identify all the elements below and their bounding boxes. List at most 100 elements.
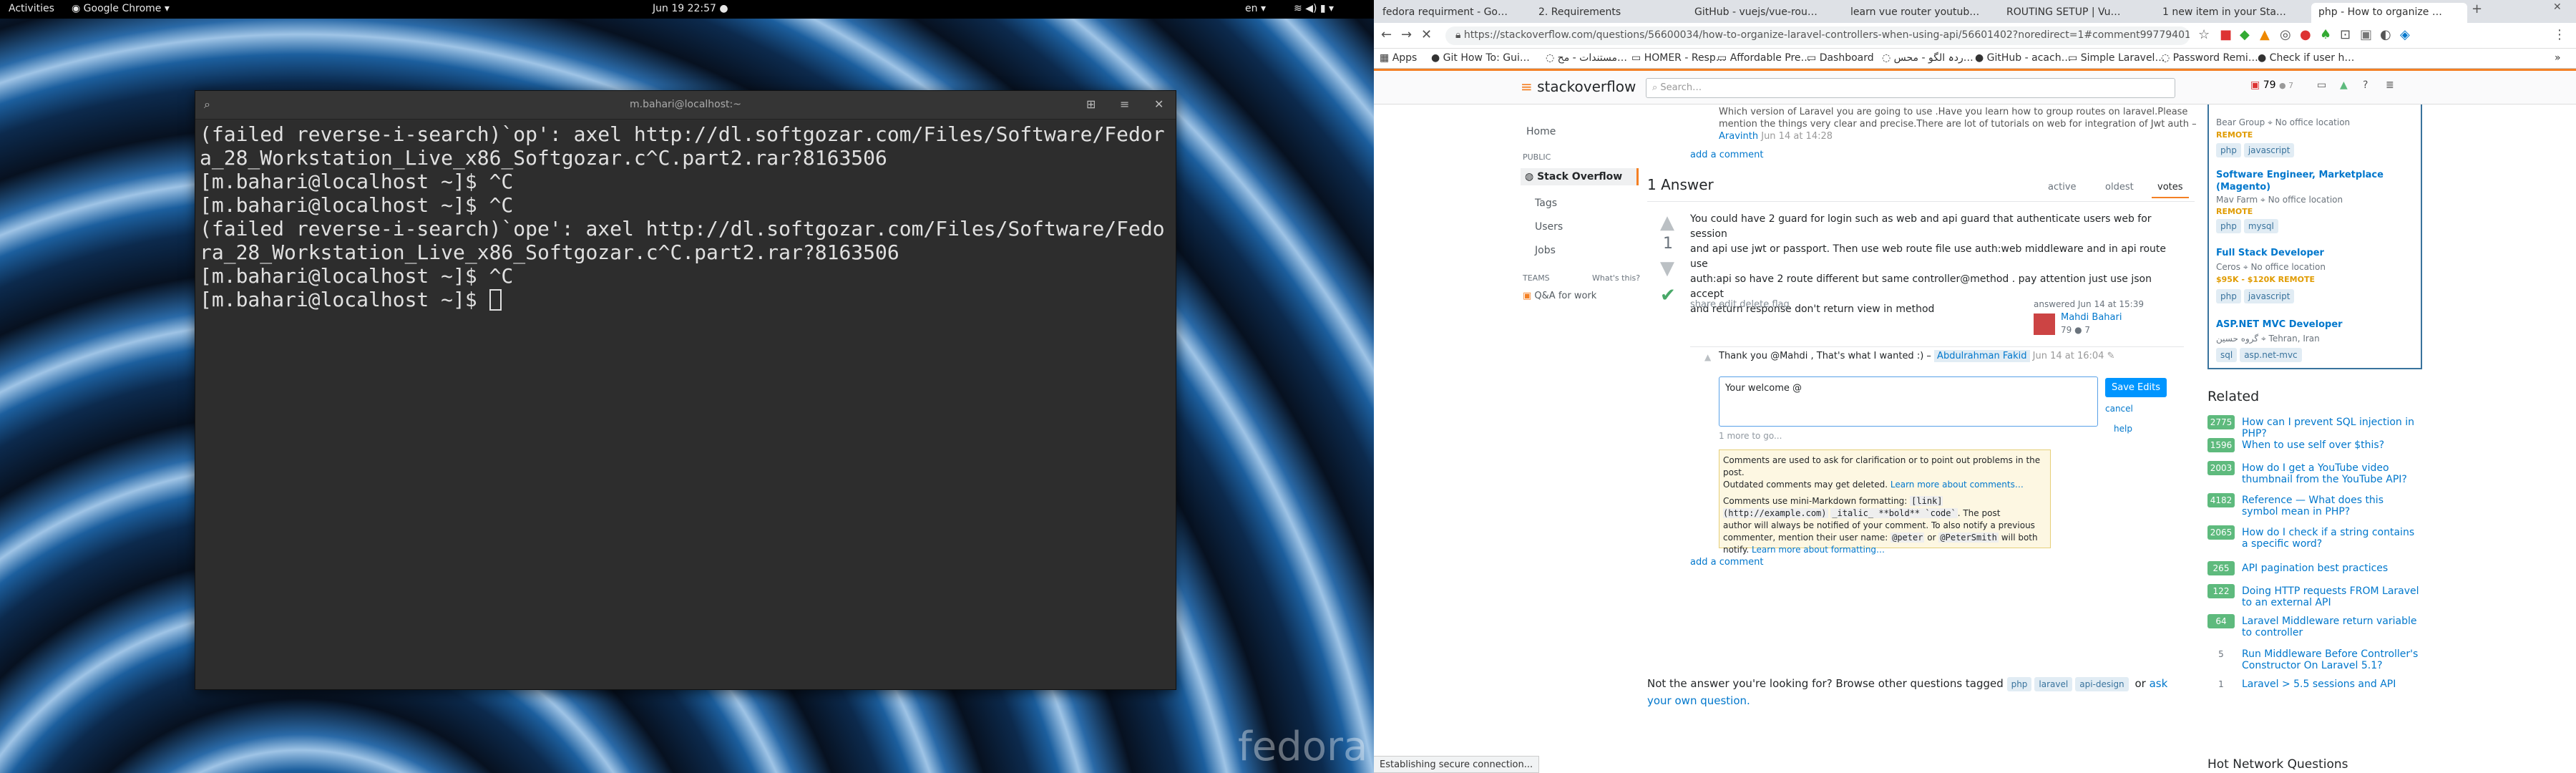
extension-icon[interactable]: ◆ <box>2240 27 2250 42</box>
job-tag[interactable]: php <box>2216 289 2241 303</box>
answerer-name[interactable]: Mahdi Bahari <box>2061 312 2122 323</box>
tab-learn-vue-router[interactable]: learn vue router youtub… <box>1843 3 1999 23</box>
close-window-icon[interactable]: ✕ <box>2553 1 2562 13</box>
extension-icon[interactable]: ◎ <box>2280 27 2291 42</box>
chrome-menu-icon[interactable]: ⋮ <box>2553 27 2566 42</box>
extension-icon[interactable]: ♠ <box>2320 27 2331 42</box>
page-viewport[interactable]: ≡ stackoverflow ⌕ Search… ▣ 79 ● 7 ▭ ▲ ?… <box>1374 69 2576 773</box>
help-link[interactable]: help <box>2114 424 2132 434</box>
stop-icon[interactable]: ✕ <box>1421 27 1432 42</box>
tag-php[interactable]: php <box>2006 677 2032 691</box>
job-tag[interactable]: mysql <box>2243 219 2278 233</box>
nav-qa-for-work[interactable]: ▣ Q&A for work <box>1523 291 1596 301</box>
extension-icon[interactable]: ▣ <box>2360 27 2372 42</box>
nav-stack-overflow[interactable]: ◍ Stack Overflow <box>1521 168 1639 185</box>
bookmark-persian-docs[interactable]: ◌ مستندات - مح… <box>1546 52 1627 64</box>
job-title[interactable]: ASP.NET MVC Developer <box>2216 319 2343 330</box>
menu-icon[interactable]: ≡ <box>1120 97 1129 111</box>
bookmark-persian-pattern[interactable]: ◌ ردہ الگو - محس… <box>1882 52 1974 64</box>
tab-stackoverflow-active[interactable]: php - How to organize … <box>2311 3 2467 23</box>
job-tag[interactable]: sql <box>2216 348 2238 362</box>
job-title[interactable]: Full Stack Developer <box>2216 248 2324 258</box>
address-bar[interactable]: 🔒︎ https://stackoverflow.com/questions/5… <box>1445 26 2190 45</box>
job-title[interactable]: Software Engineer, Marketplace (Magento) <box>2216 169 2402 193</box>
chrome-window[interactable]: fedora requirment - Go… 2. Requirements … <box>1374 0 2576 773</box>
extension-icon[interactable]: ■ <box>2220 27 2232 42</box>
terminal-header[interactable]: ⌕ m.bahari@localhost:~ ⊞ ≡ ✕ <box>195 91 1176 120</box>
bookmark-git-how-to[interactable]: ● Git How To: Gui… <box>1431 52 1530 64</box>
nav-jobs[interactable]: Jobs <box>1535 245 1556 256</box>
learn-comments-link[interactable]: Learn more about comments… <box>1890 480 2024 490</box>
related-question-link[interactable]: When to use self over $this? <box>2242 439 2421 451</box>
language-indicator[interactable]: en ▾ <box>1245 3 1266 14</box>
ask-question-link[interactable]: ask <box>2150 677 2168 690</box>
tag-laravel[interactable]: laravel <box>2034 677 2073 691</box>
sort-tab-active[interactable]: active <box>2048 182 2077 193</box>
related-question-link[interactable]: Laravel > 5.5 sessions and API <box>2242 679 2421 690</box>
job-tag[interactable]: asp.net-mvc <box>2240 348 2302 362</box>
related-question-link[interactable]: Run Middleware Before Controller's Const… <box>2242 648 2421 671</box>
add-comment-link[interactable]: add a comment <box>1690 557 1763 568</box>
comment-author[interactable]: Abdulrahman Fakid <box>1934 350 2030 362</box>
bookmark-dashboard[interactable]: ▭ Dashboard <box>1807 52 1874 64</box>
cancel-link[interactable]: cancel <box>2105 404 2133 414</box>
terminal-window[interactable]: ⌕ m.bahari@localhost:~ ⊞ ≡ ✕ (failed rev… <box>195 90 1176 690</box>
new-tab-icon[interactable]: + <box>2472 1 2482 16</box>
clock[interactable]: Jun 19 22:57 ● <box>653 3 728 14</box>
system-menu[interactable]: ≋ ◀) ▮ ▾ <box>1294 3 1334 14</box>
accepted-check-icon[interactable]: ✔ <box>1660 285 1676 306</box>
tag-api-design[interactable]: api-design <box>2075 677 2129 691</box>
related-question-link[interactable]: How do I get a YouTube video thumbnail f… <box>2242 462 2421 485</box>
tab-routing-setup[interactable]: ROUTING SETUP | Vu… <box>1999 3 2155 23</box>
bookmark-simple-laravel[interactable]: ▭ Simple Laravel… <box>2068 52 2165 64</box>
sort-tab-oldest[interactable]: oldest <box>2105 182 2134 193</box>
comment-upvote-icon[interactable]: ▲ <box>1704 352 1711 362</box>
bookmark-github-acach[interactable]: ● GitHub - acach… <box>1975 52 2072 64</box>
job-tag[interactable]: php <box>2216 143 2241 157</box>
save-edits-button[interactable]: Save Edits <box>2105 378 2167 397</box>
upvote-icon[interactable]: ▲ <box>1660 212 1674 233</box>
job-tag[interactable]: javascript <box>2243 143 2295 157</box>
new-tab-icon[interactable]: ⊞ <box>1086 97 1096 111</box>
related-question-link[interactable]: Laravel Middleware return variable to co… <box>2242 616 2421 638</box>
extension-icon[interactable]: ◐ <box>2380 27 2391 42</box>
edit-pencil-icon[interactable]: ✎ <box>2107 351 2115 361</box>
related-question-link[interactable]: Reference — What does this symbol mean i… <box>2242 495 2421 517</box>
bookmark-affordable[interactable]: ▭ Affordable Pre… <box>1717 52 1811 64</box>
bookmark-apps[interactable]: ▦ Apps <box>1380 52 1417 64</box>
bookmark-homer[interactable]: ▭ HOMER - Resp… <box>1631 52 1726 64</box>
tab-requirements[interactable]: 2. Requirements <box>1531 3 1687 23</box>
bookmark-star-icon[interactable]: ☆ <box>2198 27 2210 42</box>
forward-icon[interactable]: → <box>1401 27 1412 42</box>
help-icon[interactable]: ? <box>2363 79 2368 91</box>
downvote-icon[interactable]: ▼ <box>1660 258 1674 279</box>
nav-home[interactable]: Home <box>1526 126 1556 137</box>
user-avatar[interactable]: ▣ 79 ● 7 <box>2250 79 2293 91</box>
learn-formatting-link[interactable]: Learn more about formatting… <box>1752 545 1885 555</box>
tab-github-vue-router[interactable]: GitHub - vuejs/vue-rou… <box>1687 3 1843 23</box>
prev-comment-author[interactable]: Aravinth <box>1719 131 1758 142</box>
job-tag[interactable]: php <box>2216 219 2241 233</box>
sort-tab-votes[interactable]: votes <box>2152 178 2189 198</box>
extension-icon[interactable]: ◈ <box>2400 27 2410 42</box>
nav-whats-this[interactable]: What's this? <box>1592 273 1640 283</box>
achievements-icon[interactable]: ▲ <box>2340 79 2348 91</box>
close-icon[interactable]: ✕ <box>1154 97 1163 111</box>
app-menu[interactable]: ◉ Google Chrome ▾ <box>72 3 170 14</box>
so-search-input[interactable]: ⌕ Search… <box>1646 78 2175 98</box>
answer-actions[interactable]: share edit delete flag <box>1690 299 1790 310</box>
ask-question-link-2[interactable]: your own question. <box>1647 694 1750 707</box>
site-switcher-icon[interactable]: ≣ <box>2386 79 2394 91</box>
extension-icon[interactable]: ⊡ <box>2340 27 2351 42</box>
related-question-link[interactable]: How do I check if a string contains a sp… <box>2242 527 2421 550</box>
nav-users[interactable]: Users <box>1535 221 1563 233</box>
related-question-link[interactable]: Doing HTTP requests FROM Laravel to an e… <box>2242 585 2421 608</box>
activities-button[interactable]: Activities <box>9 3 54 14</box>
bookmark-check-user[interactable]: ● Check if user h… <box>2258 52 2354 64</box>
so-logo[interactable]: ≡ stackoverflow <box>1521 78 1636 95</box>
comment-edit-textarea[interactable]: Your welcome @ <box>1719 376 2098 427</box>
bookmark-password-reminder[interactable]: ◌ Password Remi… <box>2161 52 2258 64</box>
back-icon[interactable]: ← <box>1381 27 1392 42</box>
job-tag[interactable]: javascript <box>2243 289 2295 303</box>
answerer-avatar[interactable] <box>2034 313 2055 335</box>
